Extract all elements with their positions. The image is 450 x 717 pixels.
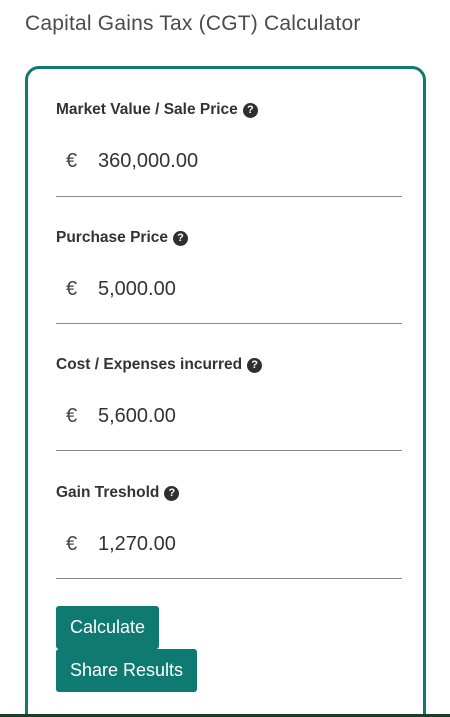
gain-threshold-value[interactable]: 1,270.00 [98, 533, 176, 556]
gain-threshold-input[interactable]: € 1,270.00 [56, 531, 402, 557]
currency-symbol: € [66, 404, 78, 427]
field-divider [56, 578, 402, 579]
help-icon[interactable]: ? [247, 357, 263, 373]
expenses-input[interactable]: € 5,600.00 [56, 403, 402, 429]
field-divider [56, 450, 402, 451]
purchase-price-field: Purchase Price ? € 5,000.00 [56, 228, 402, 302]
field-divider [56, 323, 402, 324]
expenses-label: Cost / Expenses incurred [56, 356, 243, 373]
expenses-label-row: Cost / Expenses incurred ? [56, 355, 402, 375]
gain-threshold-label: Gain Treshold [56, 484, 160, 501]
help-icon[interactable]: ? [242, 102, 258, 118]
help-icon[interactable]: ? [164, 485, 180, 501]
page: Capital Gains Tax (CGT) Calculator Marke… [0, 0, 450, 717]
sale-price-field: Market Value / Sale Price ? € 360,000.00 [56, 100, 402, 174]
gain-threshold-label-row: Gain Treshold ? [56, 483, 402, 503]
calculate-button[interactable]: Calculate [56, 606, 160, 649]
purchase-price-input[interactable]: € 5,000.00 [56, 276, 402, 302]
share-results-button[interactable]: Share Results [56, 649, 198, 692]
sale-price-label: Market Value / Sale Price [56, 101, 238, 118]
currency-symbol: € [66, 277, 78, 300]
page-title: Capital Gains Tax (CGT) Calculator [25, 12, 361, 35]
sale-price-value[interactable]: 360,000.00 [98, 150, 198, 173]
currency-symbol: € [66, 532, 78, 555]
sale-price-input[interactable]: € 360,000.00 [56, 148, 402, 174]
purchase-price-label-row: Purchase Price ? [56, 228, 402, 248]
help-icon[interactable]: ? [173, 230, 189, 246]
sale-price-label-row: Market Value / Sale Price ? [56, 100, 402, 120]
calculator-card: Market Value / Sale Price ? € 360,000.00… [25, 66, 426, 717]
purchase-price-value[interactable]: 5,000.00 [98, 278, 176, 301]
expenses-value[interactable]: 5,600.00 [98, 405, 176, 428]
field-divider [56, 196, 402, 197]
purchase-price-label: Purchase Price [56, 229, 169, 246]
currency-symbol: € [66, 149, 78, 172]
gain-threshold-field: Gain Treshold ? € 1,270.00 [56, 483, 402, 557]
expenses-field: Cost / Expenses incurred ? € 5,600.00 [56, 355, 402, 429]
